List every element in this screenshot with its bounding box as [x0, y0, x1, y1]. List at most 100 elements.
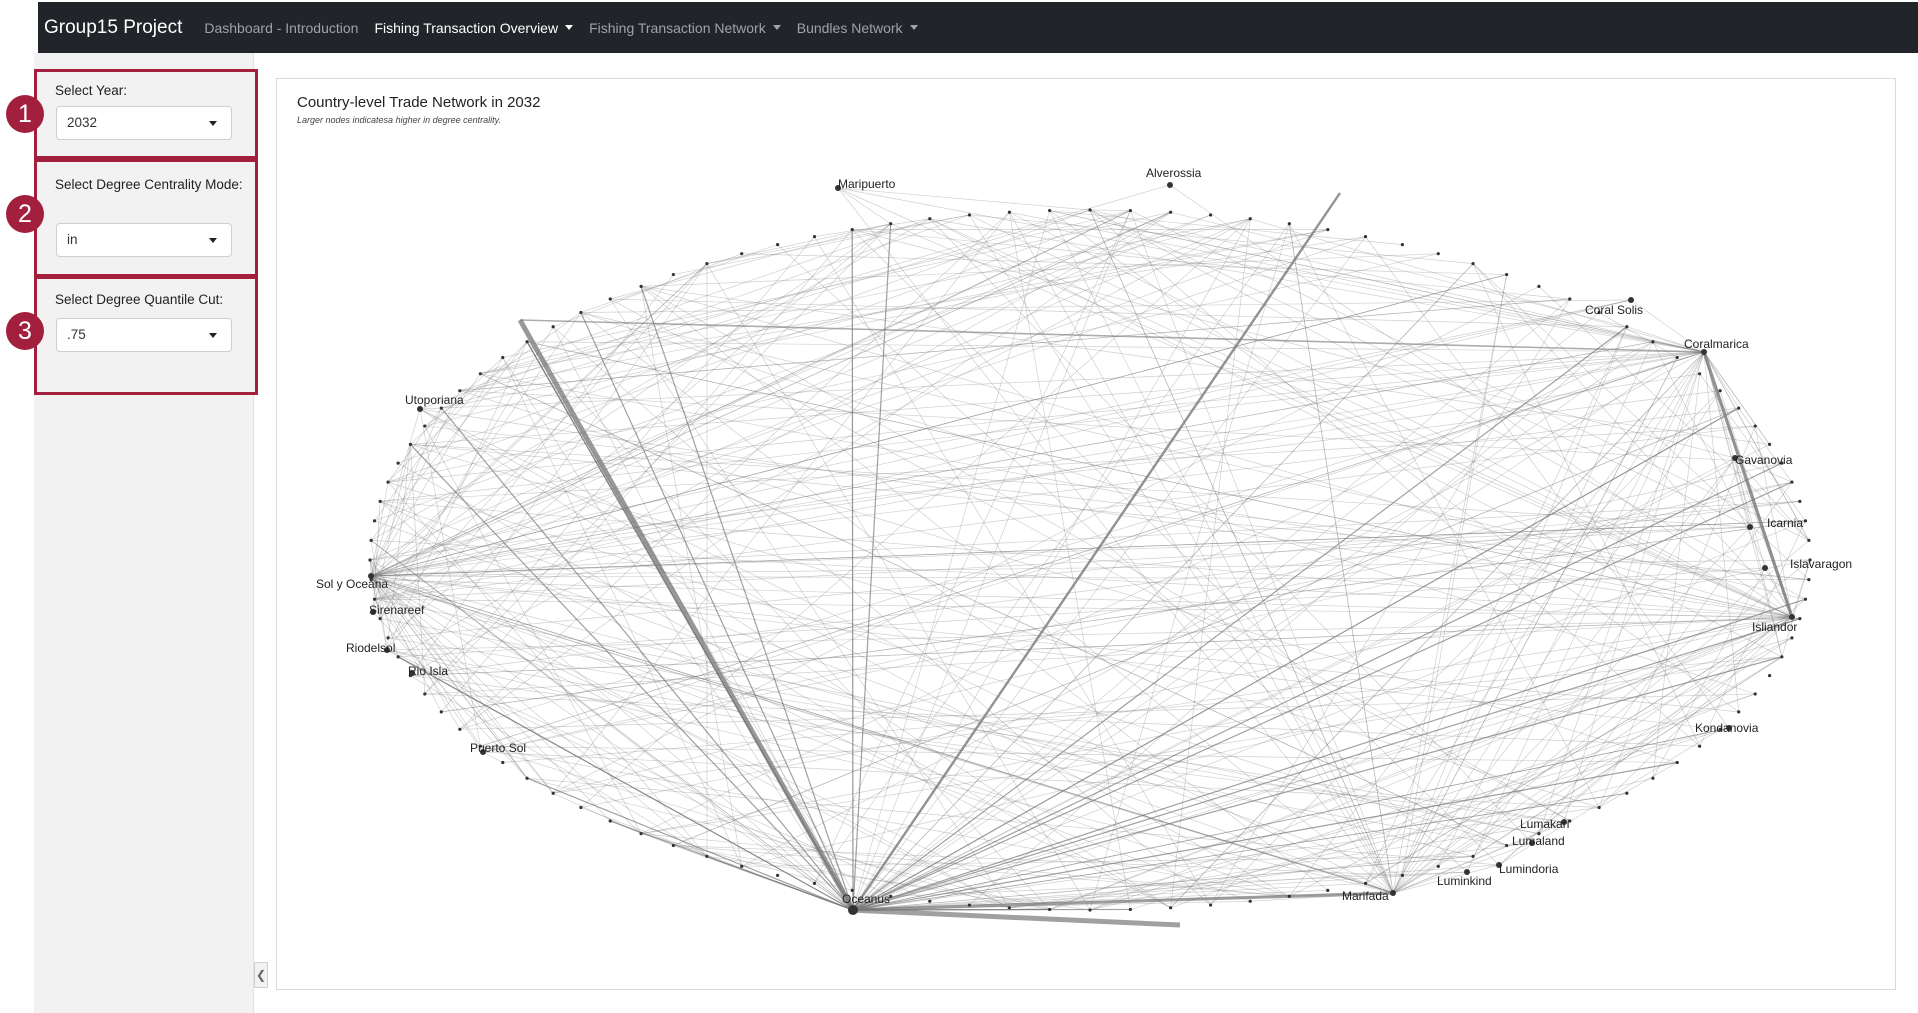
node-label: Marifada — [1342, 889, 1389, 903]
network-node — [372, 519, 377, 523]
network-edge — [424, 425, 1809, 580]
node-label: Kondanovia — [1695, 721, 1759, 735]
node-icarnia — [1747, 524, 1753, 530]
network-edge — [1009, 212, 1394, 894]
network-node — [850, 228, 854, 232]
network-node — [1088, 208, 1092, 212]
network-node — [967, 213, 971, 217]
network-edge — [1703, 351, 1770, 445]
node-oceanus-hub — [848, 905, 858, 915]
network-node — [1675, 355, 1679, 360]
network-node — [812, 235, 817, 239]
network-edge — [1049, 210, 1739, 713]
network-node — [551, 791, 555, 795]
network-node — [1505, 843, 1509, 848]
network-edge — [459, 211, 1010, 730]
network-node — [501, 355, 505, 360]
network-node — [608, 297, 612, 301]
network-edge — [526, 777, 854, 911]
trade-network-graph[interactable]: Alverossia Maripuerto Coral Solis Coralmari… — [0, 0, 1918, 1013]
network-node — [1287, 222, 1291, 226]
network-node — [579, 805, 583, 810]
network-edge — [851, 229, 854, 911]
network-node — [1651, 776, 1655, 780]
node-label: Lumakari — [1520, 817, 1569, 831]
node-label: Puerto Sol — [470, 741, 526, 755]
node-label: Luminkind — [1437, 874, 1492, 888]
network-node — [423, 692, 427, 696]
network-node — [1807, 538, 1811, 542]
network-edge — [370, 501, 1800, 577]
network-node — [705, 854, 709, 858]
network-edge — [388, 501, 1800, 639]
network-node — [639, 284, 643, 288]
network-node — [1698, 372, 1702, 376]
network-edge — [1009, 211, 1793, 618]
network-node — [1436, 864, 1440, 868]
node-label: Coral Solis — [1585, 303, 1643, 317]
network-node — [501, 760, 505, 765]
network-edge — [852, 598, 1806, 911]
network-node — [525, 776, 529, 780]
node-label: Islavaragon — [1790, 557, 1852, 571]
network-edge — [1210, 390, 1721, 906]
network-edge — [370, 575, 1474, 857]
network-node — [740, 864, 744, 868]
network-node — [1326, 888, 1330, 892]
network-edge — [1392, 616, 1793, 894]
node-label: Gavanovia — [1735, 453, 1793, 467]
network-node — [458, 389, 462, 393]
network-edge — [370, 575, 1394, 894]
network-edge — [424, 425, 642, 834]
network-edge — [380, 501, 1793, 618]
node-marifada — [1390, 890, 1396, 896]
network-node — [1698, 744, 1702, 748]
network-node — [1625, 325, 1629, 329]
network-edge — [370, 229, 1328, 577]
network-edge — [398, 209, 1091, 464]
network-edge — [386, 274, 674, 651]
network-node — [408, 442, 413, 447]
network-node — [458, 727, 462, 731]
node-alverossia — [1167, 182, 1173, 188]
network-node — [1790, 636, 1794, 640]
network-node — [378, 499, 382, 503]
network-node — [1363, 235, 1368, 239]
network-node — [1803, 519, 1808, 523]
network-node — [1718, 389, 1722, 393]
network-node — [1471, 262, 1475, 266]
network-node — [1400, 873, 1404, 877]
network-edge — [852, 229, 1736, 459]
network-node — [1798, 499, 1802, 503]
network-edge — [370, 263, 708, 577]
network-edge — [419, 408, 1394, 894]
network-edge — [852, 462, 1783, 911]
network-edge — [370, 341, 528, 541]
network-node — [372, 597, 377, 601]
network-edge — [374, 520, 1394, 894]
network-node — [1209, 213, 1213, 217]
network-node — [439, 406, 443, 410]
network-edge — [610, 298, 1627, 328]
network-node — [1007, 906, 1011, 910]
network-node — [1169, 210, 1173, 214]
node-label: Sol y Oceana — [316, 577, 388, 591]
network-node — [1767, 673, 1772, 678]
network-node — [967, 903, 971, 907]
network-node — [1128, 907, 1132, 912]
network-edge — [852, 444, 1770, 911]
network-node — [386, 636, 390, 640]
network-node — [1048, 907, 1052, 912]
node-label: Lumindoria — [1499, 862, 1559, 876]
network-node — [1287, 894, 1291, 898]
network-edge — [837, 187, 891, 224]
network-node — [386, 480, 390, 484]
network-edge — [517, 318, 856, 912]
node-label: Utoporiana — [405, 393, 464, 407]
network-node — [478, 372, 482, 376]
network-edge — [1538, 286, 1810, 541]
network-node — [579, 310, 583, 315]
network-node — [396, 655, 400, 659]
network-node — [1568, 297, 1572, 301]
network-node — [1363, 881, 1368, 885]
